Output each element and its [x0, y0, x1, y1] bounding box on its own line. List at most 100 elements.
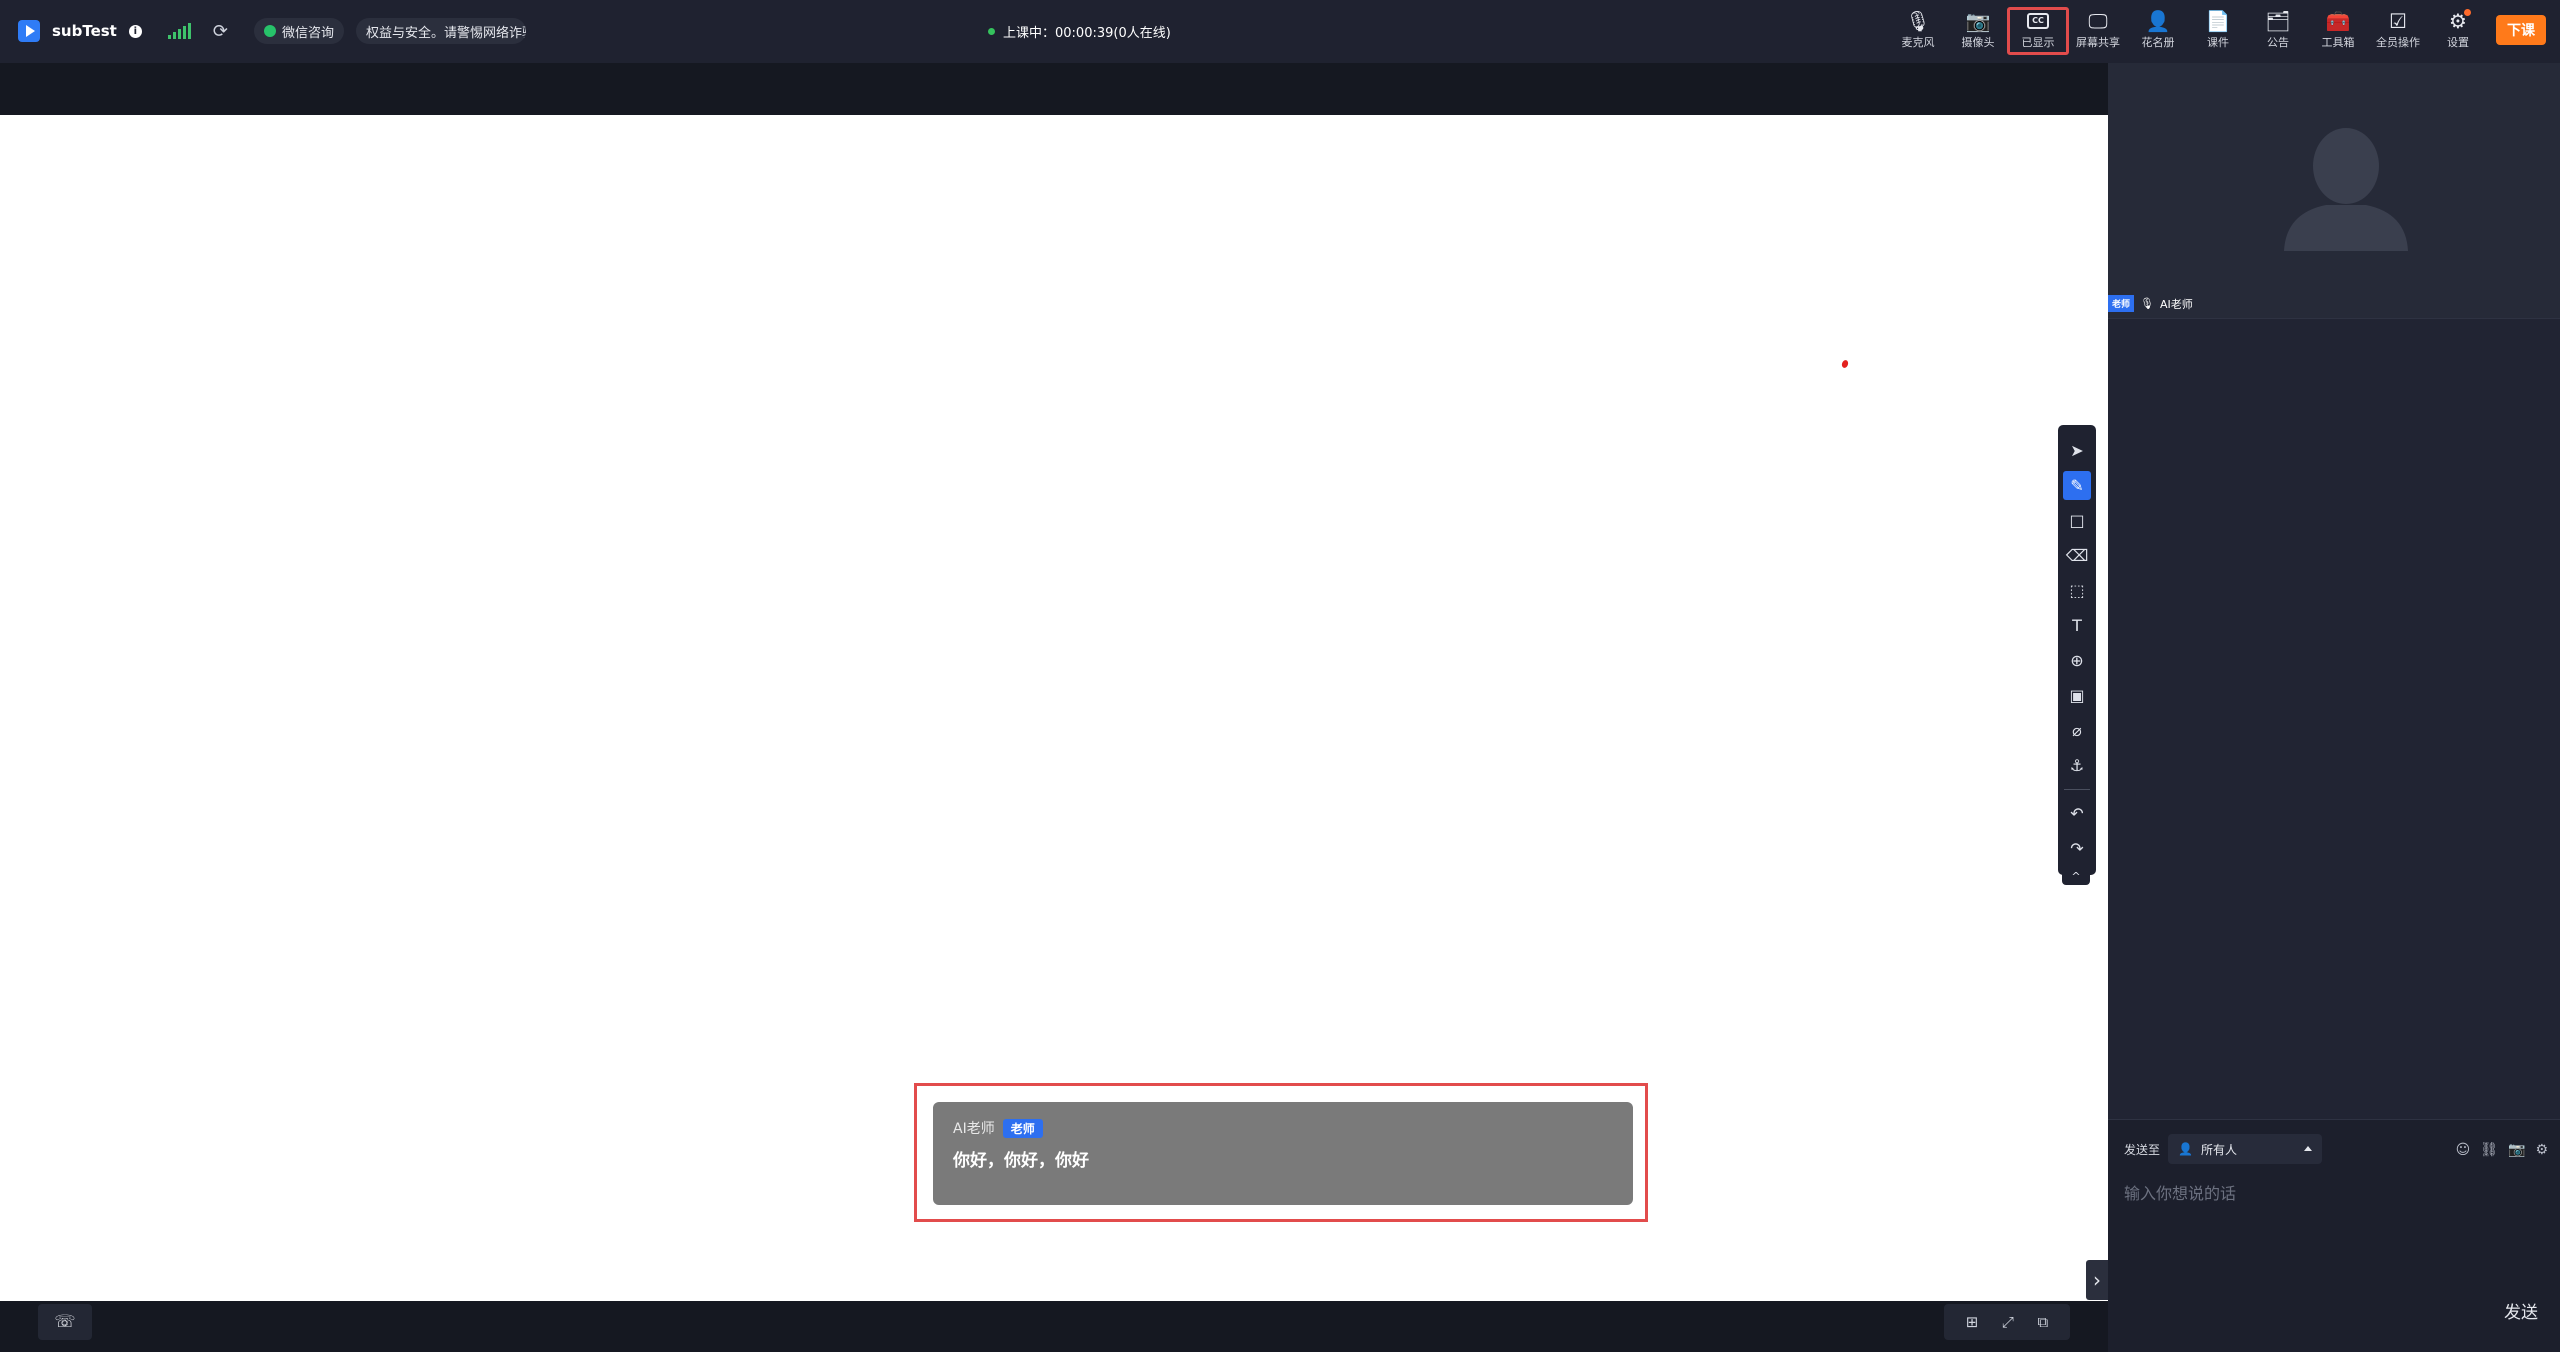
avatar-placeholder-icon — [2284, 128, 2408, 251]
end-class-button[interactable]: 下课 — [2496, 15, 2546, 45]
undo-tool-icon[interactable]: ↶ — [2063, 799, 2091, 828]
network-signal-icon — [167, 23, 191, 39]
video-mic-icon: 🎙 — [2140, 297, 2154, 310]
chat-message-list[interactable] — [2108, 319, 2560, 1119]
wechat-icon — [263, 25, 276, 37]
notice-text: 权益与安全。请警惕网络诈骗 — [365, 25, 526, 41]
all-members-label: 全员操作 — [2376, 36, 2420, 49]
cc-icon-wrap: CC — [2027, 8, 2049, 34]
toolbox-label: 工具箱 — [2321, 36, 2355, 49]
emoji-icon[interactable]: ☺ — [2456, 1142, 2471, 1158]
send-button[interactable]: 发送 — [2504, 1298, 2538, 1323]
select-tool-icon[interactable]: ➤ — [2063, 436, 2091, 465]
top-bar: subTest i ⟳ 微信咨询 权益与安全。请警惕网络诈骗 上课中：00:00… — [0, 0, 2560, 63]
microphone-icon: 🎙 — [1905, 9, 1931, 33]
chat-settings-icon[interactable]: ⚙ — [2535, 1142, 2548, 1158]
teacher-video-tile[interactable]: 老师 🎙 AI老师 — [2108, 63, 2560, 318]
stage-header-strip — [0, 63, 2108, 115]
settings-label: 设置 — [2447, 36, 2469, 49]
send-to-row: 发送至 👤 所有人 — [2124, 1134, 2323, 1164]
teacher-role-tag: 老师 — [2108, 295, 2135, 312]
camera-off-icon: 📷 — [1965, 9, 1991, 33]
info-icon[interactable]: i — [128, 24, 142, 38]
toolbar-collapse-icon[interactable]: ^ — [2062, 871, 2090, 885]
courseware-button[interactable]: 📄 课件 — [2188, 8, 2248, 54]
toolbox-button[interactable]: 🧰 工具箱 — [2308, 8, 2368, 54]
subtitle-toggle-button[interactable]: CC 已显示 — [2007, 7, 2069, 55]
send-to-value: 所有人 — [2200, 1142, 2237, 1157]
settings-notification-dot — [2463, 9, 2471, 16]
subtitle-speaker-name: AI老师 — [953, 1121, 995, 1137]
roster-button[interactable]: 👤 花名册 — [2128, 8, 2188, 54]
camera-button[interactable]: 📷 摄像头 — [1948, 8, 2008, 54]
image-upload-icon[interactable]: 📷 — [2508, 1142, 2525, 1158]
toolbar-divider — [2064, 789, 2090, 790]
screen-share-icon: 🖵 — [2088, 9, 2108, 33]
subtitle-role-badge: 老师 — [1002, 1118, 1043, 1138]
subtitle-toggle-label: 已显示 — [2021, 36, 2055, 49]
settings-icon-wrap: ⚙ — [2449, 8, 2471, 34]
add-page-icon[interactable]: ⊞ — [1966, 1313, 1979, 1331]
wechat-consult-label: 微信咨询 — [281, 25, 334, 41]
chat-composer: 发送至 👤 所有人 ☺ ⛓ 📷 ⚙ 发送 — [2108, 1119, 2560, 1352]
courseware-label: 课件 — [2207, 36, 2229, 49]
hand-raise-button[interactable]: ☏ — [38, 1304, 92, 1340]
ruler-tool-icon[interactable]: ⌀ — [2063, 716, 2091, 745]
screen-share-button[interactable]: 🖵 屏幕共享 — [2068, 8, 2128, 54]
video-label: 老师 🎙 AI老师 — [2108, 295, 2193, 312]
fullscreen-icon[interactable]: ⤢ — [2002, 1313, 2014, 1331]
refresh-icon[interactable]: ⟳ — [213, 21, 228, 42]
announcement-button[interactable]: 🗂 公告 — [2248, 8, 2308, 54]
rectangle-tool-icon[interactable]: □ — [2063, 506, 2091, 535]
camera-label: 摄像头 — [1961, 36, 1995, 49]
subtitle-header: AI老师 老师 — [953, 1118, 1613, 1138]
online-status-dot — [988, 28, 995, 35]
announcement-icon: 🗂 — [2265, 9, 2291, 33]
eraser-tool-icon[interactable]: ⌫ — [2063, 541, 2091, 570]
expand-panel-chevron-icon[interactable]: › — [2086, 1260, 2108, 1300]
cc-icon: CC — [2027, 13, 2049, 29]
subtitle-highlight-frame: AI老师 老师 你好，你好，你好 — [914, 1083, 1648, 1222]
send-to-label: 发送至 — [2124, 1142, 2161, 1157]
announcement-label: 公告 — [2267, 36, 2289, 49]
link-icon[interactable]: ⛓ — [2480, 1142, 2498, 1158]
redo-tool-icon[interactable]: ↷ — [2063, 834, 2091, 863]
text-tool-icon[interactable]: T — [2063, 611, 2091, 640]
roster-icon: 👤 — [2145, 9, 2171, 33]
bottom-bar — [0, 1301, 2108, 1352]
class-status-text: 上课中：00:00:39(0人在线) — [1003, 26, 1171, 41]
microphone-label: 麦克风 — [1901, 36, 1935, 49]
area-select-tool-icon[interactable]: ⬚ — [2063, 576, 2091, 605]
notice-marquee: 权益与安全。请警惕网络诈骗 — [355, 18, 526, 44]
roster-label: 花名册 — [2141, 36, 2175, 49]
chat-input[interactable] — [2124, 1180, 2544, 1280]
app-logo-icon — [18, 20, 40, 42]
clear-tool-icon[interactable]: ⚓ — [2063, 751, 2091, 780]
chat-tool-icons: ☺ ⛓ 📷 ⚙ — [2456, 1142, 2548, 1158]
layout-icon[interactable]: ⧉ — [2038, 1313, 2049, 1331]
courseware-icon: 📄 — [2205, 9, 2231, 33]
settings-button[interactable]: ⚙ 设置 — [2428, 8, 2488, 54]
video-participant-name: AI老师 — [2159, 297, 2193, 311]
send-to-dropdown[interactable]: 👤 所有人 — [2168, 1134, 2323, 1164]
top-toolbar: 🎙 麦克风 📷 摄像头 CC 已显示 🖵 屏幕共享 👤 花名册 📄 课件 🗂 公… — [1888, 7, 2488, 55]
all-members-icon: ☑ — [2389, 9, 2407, 33]
laser-pointer-tool-icon[interactable]: ⊕ — [2063, 646, 2091, 675]
subtitle-card[interactable]: AI老师 老师 你好，你好，你好 — [933, 1102, 1633, 1205]
subtitle-text: 你好，你好，你好 — [953, 1151, 1089, 1171]
screen-share-label: 屏幕共享 — [2076, 36, 2120, 49]
all-members-button[interactable]: ☑ 全员操作 — [2368, 8, 2428, 54]
phone-icon: ☏ — [54, 1312, 76, 1332]
bottom-view-controls: ⊞ ⤢ ⧉ — [1944, 1304, 2070, 1340]
user-icon: 👤 — [2178, 1142, 2193, 1156]
caret-up-icon — [2304, 1146, 2313, 1151]
pen-tool-icon[interactable]: ✎ — [2063, 471, 2091, 500]
class-status: 上课中：00:00:39(0人在线) — [988, 22, 1171, 41]
whiteboard-toolbar: ➤ ✎ □ ⌫ ⬚ T ⊕ ▣ ⌀ ⚓ ↶ ↷ — [2058, 425, 2096, 875]
toolbox-icon: 🧰 — [2325, 9, 2351, 33]
classroom-app: subTest i ⟳ 微信咨询 权益与安全。请警惕网络诈骗 上课中：00:00… — [0, 0, 2560, 1352]
microphone-button[interactable]: 🎙 麦克风 — [1888, 8, 1948, 54]
image-tool-icon[interactable]: ▣ — [2063, 681, 2091, 710]
right-panel: 老师 🎙 AI老师 发送至 👤 所有人 ☺ ⛓ 📷 ⚙ 输入你想说的话 发送 — [2108, 63, 2560, 1352]
wechat-consult-button[interactable]: 微信咨询 — [253, 18, 344, 44]
